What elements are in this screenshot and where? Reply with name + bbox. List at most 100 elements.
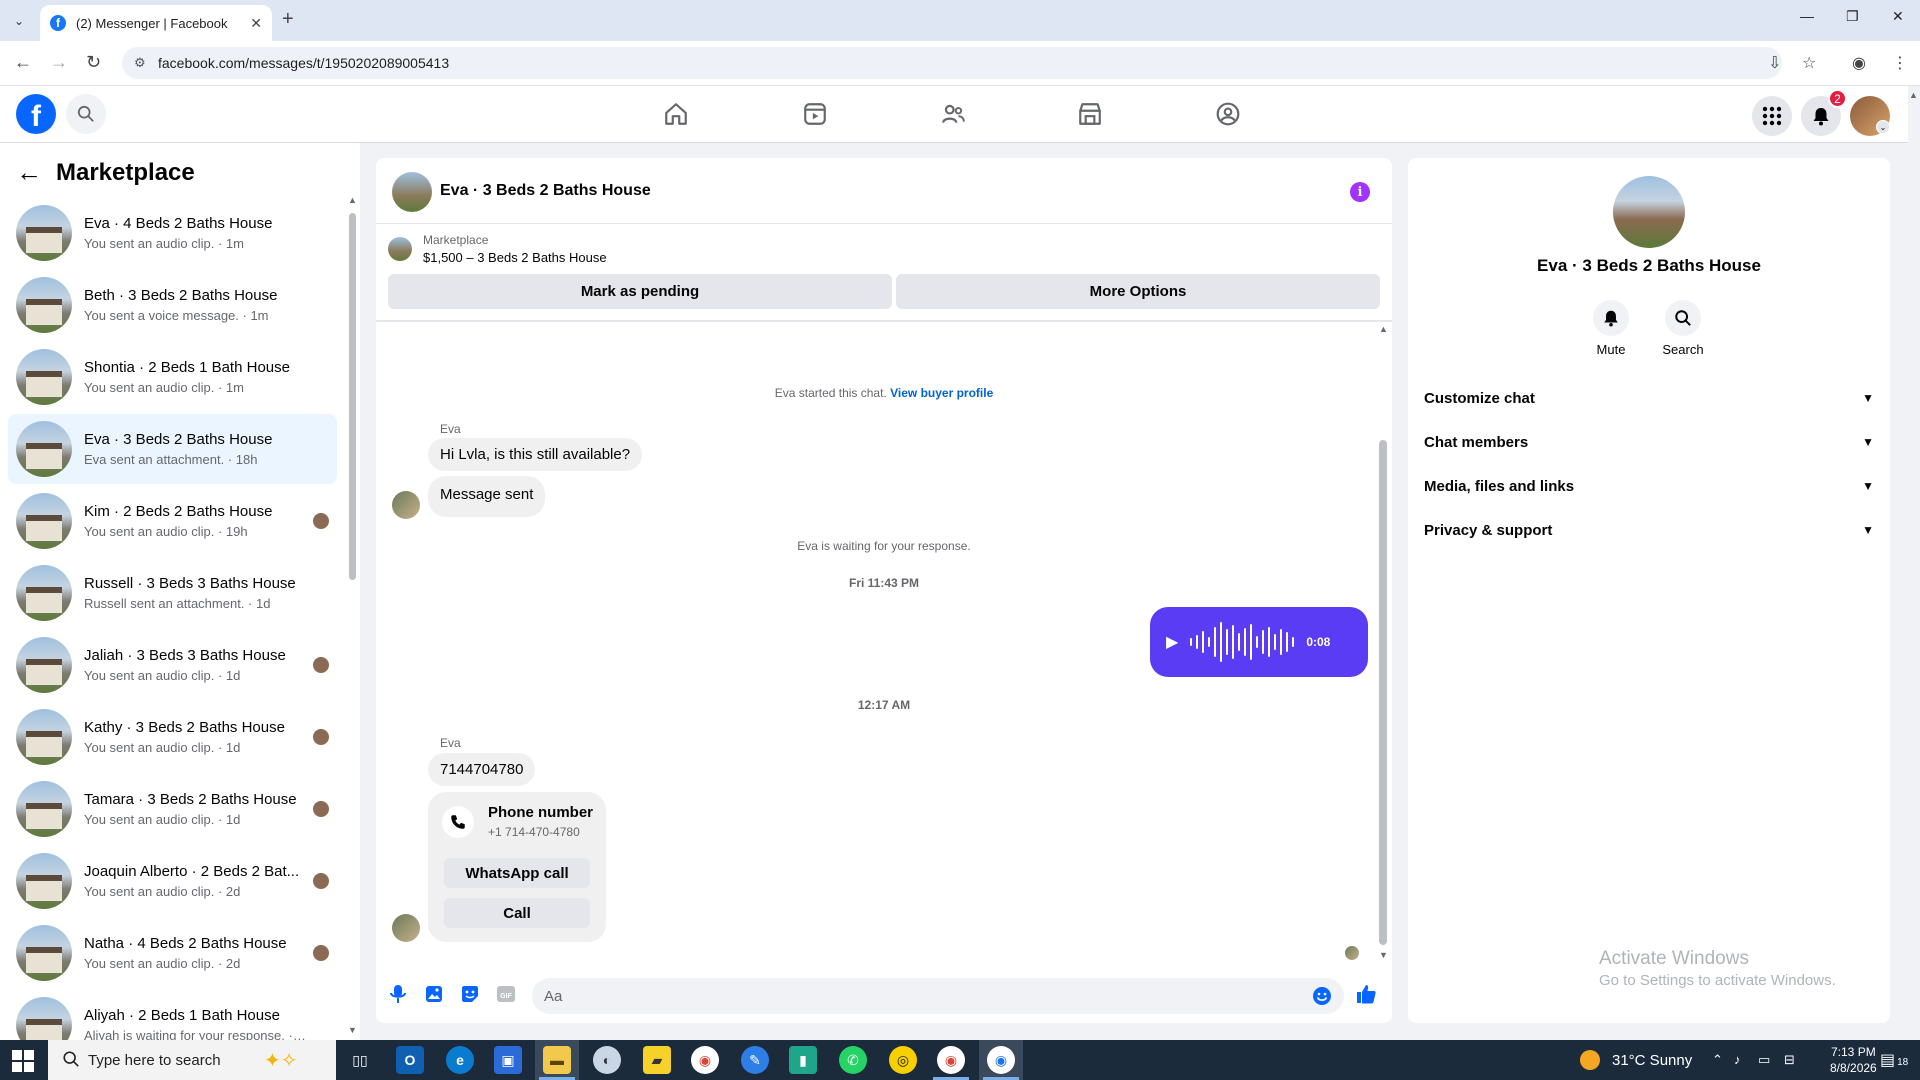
message-bubble[interactable]: Hi Lvla, is this still available?	[428, 438, 643, 471]
tray-overflow-icon[interactable]: ⌃	[1712, 1052, 1723, 1068]
weather-widget[interactable]: 31°C Sunny	[1580, 1050, 1692, 1070]
chat-scroll-up-icon[interactable]: ▲	[1379, 324, 1388, 334]
conversation-item[interactable]: Natha · 4 Beds 2 Baths House You sent an …	[8, 918, 337, 988]
sticky-notes-icon[interactable]: ▰	[643, 1046, 671, 1074]
conversation-item[interactable]: Kim · 2 Beds 2 Baths House You sent an au…	[8, 486, 337, 556]
profile-icon[interactable]: ◉	[1852, 53, 1866, 73]
photo-icon[interactable]	[422, 982, 446, 1006]
emoji-icon[interactable]	[1310, 984, 1334, 1008]
tab-search-icon[interactable]: ⌄	[8, 10, 30, 32]
conversation-item[interactable]: Shontia · 2 Beds 1 Bath House You sent an…	[8, 342, 337, 412]
windows-start-icon[interactable]	[12, 1050, 34, 1072]
reload-icon[interactable]: ↻	[86, 52, 101, 73]
browser-menu-icon[interactable]: ⋮	[1892, 53, 1908, 73]
conversation-item[interactable]: Eva · 3 Beds 2 Baths House Eva sent an at…	[8, 414, 337, 484]
file-explorer-icon[interactable]: ▬	[543, 1046, 571, 1074]
taskbar-search-input[interactable]: Type here to search ✦✧	[48, 1040, 336, 1080]
close-tab-icon[interactable]: ✕	[250, 15, 262, 32]
sticker-icon[interactable]	[458, 982, 482, 1006]
chat-title[interactable]: Eva · 3 Beds 2 Baths House	[440, 182, 651, 200]
info-section-row[interactable]: Customize chat ▼	[1424, 380, 1874, 416]
listing-title[interactable]: $1,500 – 3 Beds 2 Baths House	[423, 250, 607, 265]
sidebar-scroll-up-icon[interactable]: ▲	[348, 195, 357, 205]
search-in-chat-button[interactable]: Search	[1653, 300, 1713, 357]
friends-icon[interactable]	[937, 98, 969, 130]
minimize-icon[interactable]: —	[1800, 8, 1814, 24]
sidebar-scroll-down-icon[interactable]: ▼	[348, 1025, 357, 1035]
info-section-row[interactable]: Media, files and links ▼	[1424, 468, 1874, 504]
mute-button[interactable]: Mute	[1581, 300, 1641, 357]
restore-icon[interactable]: ❐	[1846, 8, 1859, 25]
microphone-icon[interactable]	[386, 982, 410, 1006]
view-buyer-profile-link[interactable]: View buyer profile	[890, 386, 993, 400]
site-info-icon[interactable]: ⚙	[134, 55, 146, 71]
audio-message[interactable]: ▶ 0:08	[1150, 607, 1368, 677]
search-icon[interactable]	[66, 94, 106, 134]
outlook-icon[interactable]: O	[396, 1046, 424, 1074]
chrome-profile-icon[interactable]: ◉	[937, 1046, 965, 1074]
chat-avatar[interactable]	[392, 172, 432, 212]
page-scroll-up-arrow-icon[interactable]: ▲	[1909, 90, 1918, 100]
phone-link-icon[interactable]: ▮	[789, 1046, 817, 1074]
store-icon[interactable]: ▣	[494, 1046, 522, 1074]
chat-scroll-down-icon[interactable]: ▼	[1379, 950, 1388, 960]
app-icon[interactable]: ◎	[889, 1046, 917, 1074]
menu-grid-icon[interactable]	[1752, 96, 1792, 136]
more-options-button[interactable]: More Options	[896, 274, 1380, 309]
battery-icon[interactable]: ▭	[1758, 1052, 1770, 1068]
conversation-item[interactable]: Russell · 3 Beds 3 Baths House Russell se…	[8, 558, 337, 628]
close-window-icon[interactable]: ✕	[1892, 8, 1904, 25]
conversation-item[interactable]: Jaliah · 3 Beds 3 Baths House You sent an…	[8, 630, 337, 700]
back-icon[interactable]: ←	[14, 52, 32, 73]
sidebar-scrollbar[interactable]	[349, 213, 356, 580]
network-icon[interactable]: ⊟	[1784, 1052, 1795, 1068]
taskbar-clock[interactable]: 7:13 PM 8/8/2026	[1830, 1044, 1877, 1076]
info-section-row[interactable]: Privacy & support ▼	[1424, 512, 1874, 548]
like-thumb-icon[interactable]	[1354, 982, 1378, 1006]
marketplace-icon[interactable]	[1074, 98, 1106, 130]
conversation-item[interactable]: Beth · 3 Beds 2 Baths House You sent a vo…	[8, 270, 337, 340]
chrome-icon[interactable]: ◉	[691, 1046, 719, 1074]
conversation-item[interactable]: Kathy · 3 Beds 2 Baths House You sent an …	[8, 702, 337, 772]
sender-avatar[interactable]	[392, 491, 420, 519]
url-input[interactable]: ⚙ facebook.com/messages/t/19502020890054…	[122, 47, 1782, 79]
message-bubble[interactable]: Message sent	[428, 476, 546, 517]
gif-icon[interactable]: GIF	[494, 982, 518, 1006]
call-button[interactable]: Call	[444, 898, 590, 928]
info-icon[interactable]: i	[1350, 182, 1370, 202]
chevron-down-icon: ▼	[1862, 479, 1874, 493]
account-chevron-icon[interactable]: ⌄	[1876, 120, 1890, 134]
forward-icon[interactable]: →	[50, 52, 68, 73]
browser-tab[interactable]: f (2) Messenger | Facebook ✕	[40, 5, 272, 41]
conversation-item[interactable]: Joaquin Alberto · 2 Beds 2 Bat... You sen…	[8, 846, 337, 916]
sender-avatar[interactable]	[392, 914, 420, 942]
listing-thumbnail[interactable]	[388, 237, 412, 261]
bookmark-star-icon[interactable]: ☆	[1802, 53, 1816, 73]
mark-as-pending-button[interactable]: Mark as pending	[388, 274, 892, 309]
chat-scrollbar[interactable]	[1379, 440, 1387, 945]
conversation-item[interactable]: Aliyah · 2 Beds 1 Bath House Aliyah is wa…	[8, 990, 337, 1040]
volume-icon[interactable]: ♪	[1734, 1052, 1741, 1067]
chat-app-icon[interactable]: ✎	[741, 1046, 769, 1074]
play-icon[interactable]: ▶	[1166, 632, 1178, 652]
facebook-logo-icon[interactable]: f	[16, 94, 56, 134]
edge-icon[interactable]: e	[446, 1046, 474, 1074]
info-section-row[interactable]: Chat members ▼	[1424, 424, 1874, 460]
install-app-icon[interactable]: ⇩	[1768, 53, 1781, 73]
video-icon[interactable]	[799, 98, 831, 130]
snipping-app-icon[interactable]: ◐	[593, 1046, 621, 1074]
task-view-icon[interactable]: ▯▯	[346, 1046, 374, 1074]
conversation-item[interactable]: Tamara · 3 Beds 2 Baths House You sent an…	[8, 774, 337, 844]
conversation-item[interactable]: Eva · 4 Beds 2 Baths House You sent an au…	[8, 198, 337, 268]
whatsapp-call-button[interactable]: WhatsApp call	[444, 858, 590, 888]
chat-info-avatar[interactable]	[1613, 176, 1685, 248]
notification-center-icon[interactable]: ▤ 18	[1880, 1050, 1908, 1070]
home-icon[interactable]	[660, 98, 692, 130]
message-input[interactable]: Aa	[532, 978, 1344, 1014]
back-arrow-icon[interactable]: ←	[16, 157, 42, 188]
message-bubble[interactable]: 7144704780	[428, 753, 536, 786]
whatsapp-icon[interactable]: ✆	[839, 1046, 867, 1074]
new-tab-icon[interactable]: +	[282, 8, 294, 31]
chrome-active-icon[interactable]: ◉	[987, 1046, 1015, 1074]
gaming-icon[interactable]	[1212, 98, 1244, 130]
